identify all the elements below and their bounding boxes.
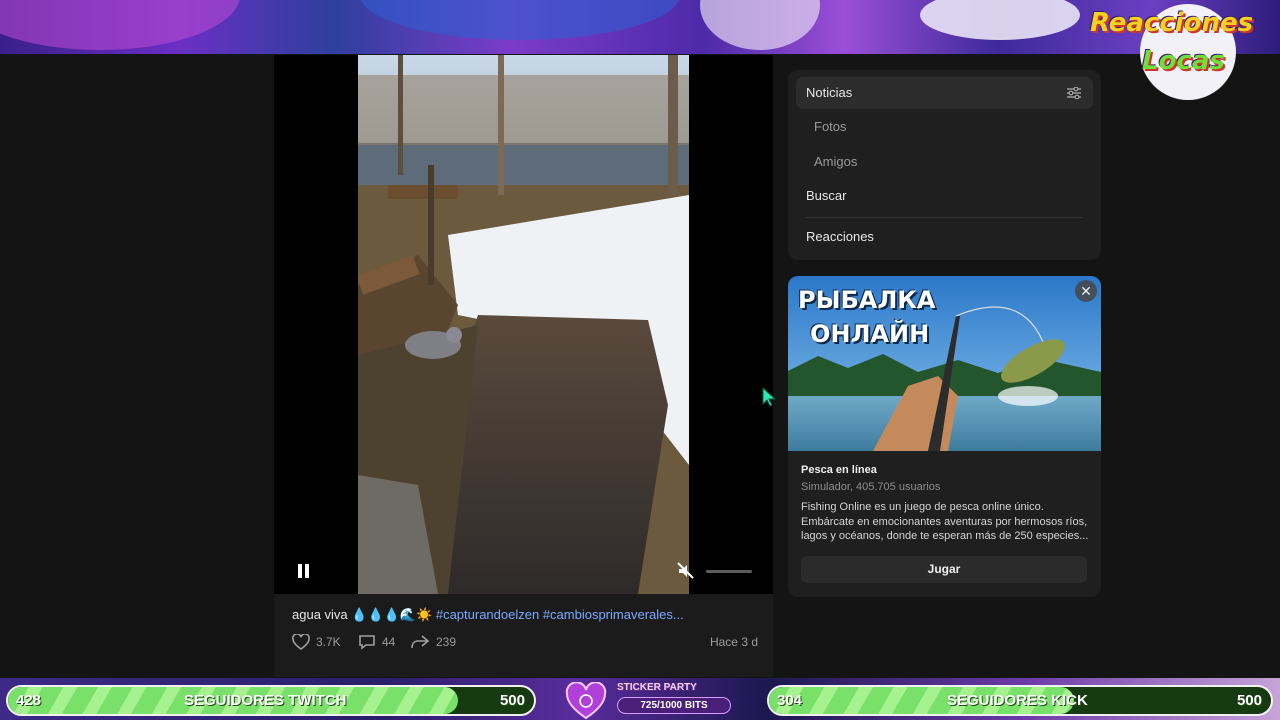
pause-button[interactable] xyxy=(295,562,313,580)
menu-item-label: Noticias xyxy=(806,85,853,100)
share-icon xyxy=(411,635,430,649)
banner-swirl xyxy=(360,0,680,40)
twitch-current-count: 428 xyxy=(16,692,42,709)
menu-divider xyxy=(806,217,1082,218)
menu-item-amigos[interactable]: Amigos xyxy=(796,146,1093,178)
comment-button[interactable]: 44 xyxy=(358,632,395,652)
pause-icon xyxy=(298,564,302,578)
close-icon[interactable]: ✕ xyxy=(1075,280,1097,302)
video-stats: 3.7K 44 239 Hace 3 d xyxy=(292,632,758,652)
post-time: Hace 3 d xyxy=(709,635,758,649)
caption-hashtags[interactable]: #capturandoelzen #cambiosprimaverales... xyxy=(436,607,684,622)
sticker-party-title: STICKER PARTY xyxy=(617,682,697,693)
channel-logo: Reacciones Locas xyxy=(1090,2,1280,102)
like-button[interactable]: 3.7K xyxy=(292,632,341,652)
twitch-goal-target: 500 xyxy=(499,692,525,709)
play-button[interactable]: Jugar xyxy=(801,556,1087,583)
kick-goal-target: 500 xyxy=(1236,692,1262,709)
comment-icon xyxy=(359,635,375,650)
sticker-party-widget: STICKER PARTY 725/1000 BITS xyxy=(565,681,735,720)
ad-subtitle: Simulador, 405.705 usuarios xyxy=(801,481,941,493)
nav-menu: Noticias Fotos Amigos Buscar Reacciones xyxy=(788,70,1101,260)
kick-follower-goal: 304 SEGUIDORES KICK 500 xyxy=(767,685,1273,716)
logo-text-line-1: Reacciones xyxy=(1090,8,1254,38)
mouse-cursor-icon xyxy=(762,387,776,407)
video-frame-image[interactable] xyxy=(358,55,689,594)
twitch-follower-goal: 428 SEGUIDORES TWITCH 500 xyxy=(6,685,536,716)
pause-icon xyxy=(305,564,309,578)
kick-current-count: 304 xyxy=(777,692,803,709)
video-caption: agua viva 💧💧💧🌊☀️ #capturandoelzen #cambi… xyxy=(292,607,684,625)
volume-slider[interactable] xyxy=(706,570,752,573)
ad-title: Pesca en línea xyxy=(801,464,877,476)
caption-emoji: 💧💧💧🌊☀️ xyxy=(351,607,433,622)
like-count: 3.7K xyxy=(316,635,341,649)
stream-screen: Reacciones Locas agua viva 💧💧💧🌊☀️ #captu… xyxy=(0,0,1280,720)
twitch-goal-label: SEGUIDORES TWITCH xyxy=(184,692,347,709)
speaker-muted-icon xyxy=(677,562,694,579)
banner-swirl xyxy=(0,0,240,50)
ad-headline-line-1: РЫБАЛКА xyxy=(798,286,936,314)
menu-item-reacciones[interactable]: Reacciones xyxy=(796,221,1093,253)
stream-top-banner xyxy=(0,0,1280,54)
banner-swirl xyxy=(700,0,820,50)
menu-item-noticias[interactable]: Noticias xyxy=(796,77,1093,109)
heart-icon xyxy=(292,634,310,650)
comment-count: 44 xyxy=(382,635,396,649)
ad-description: Fishing Online es un juego de pesca onli… xyxy=(801,501,1089,542)
banner-swirl xyxy=(920,0,1080,40)
caption-text: agua viva xyxy=(292,607,348,622)
sticker-party-progress-text: 725/1000 BITS xyxy=(640,700,708,711)
kick-goal-label: SEGUIDORES KICK xyxy=(947,692,1088,709)
share-button[interactable]: 239 xyxy=(410,632,456,652)
ad-headline-line-2: ОНЛАЙН xyxy=(810,320,930,348)
mute-button[interactable] xyxy=(676,561,696,581)
menu-item-buscar[interactable]: Buscar xyxy=(796,180,1093,212)
menu-item-fotos[interactable]: Fotos xyxy=(796,111,1093,143)
share-count: 239 xyxy=(436,635,457,649)
filter-settings-icon[interactable] xyxy=(1067,87,1081,99)
game-ad-card[interactable]: РЫБАЛКА ОНЛАЙН ✕ Pesca en línea Simulado… xyxy=(788,276,1101,597)
sticker-party-progress: 725/1000 BITS xyxy=(617,697,731,714)
heart-icon xyxy=(565,682,607,720)
logo-text-line-2: Locas xyxy=(1142,46,1225,76)
